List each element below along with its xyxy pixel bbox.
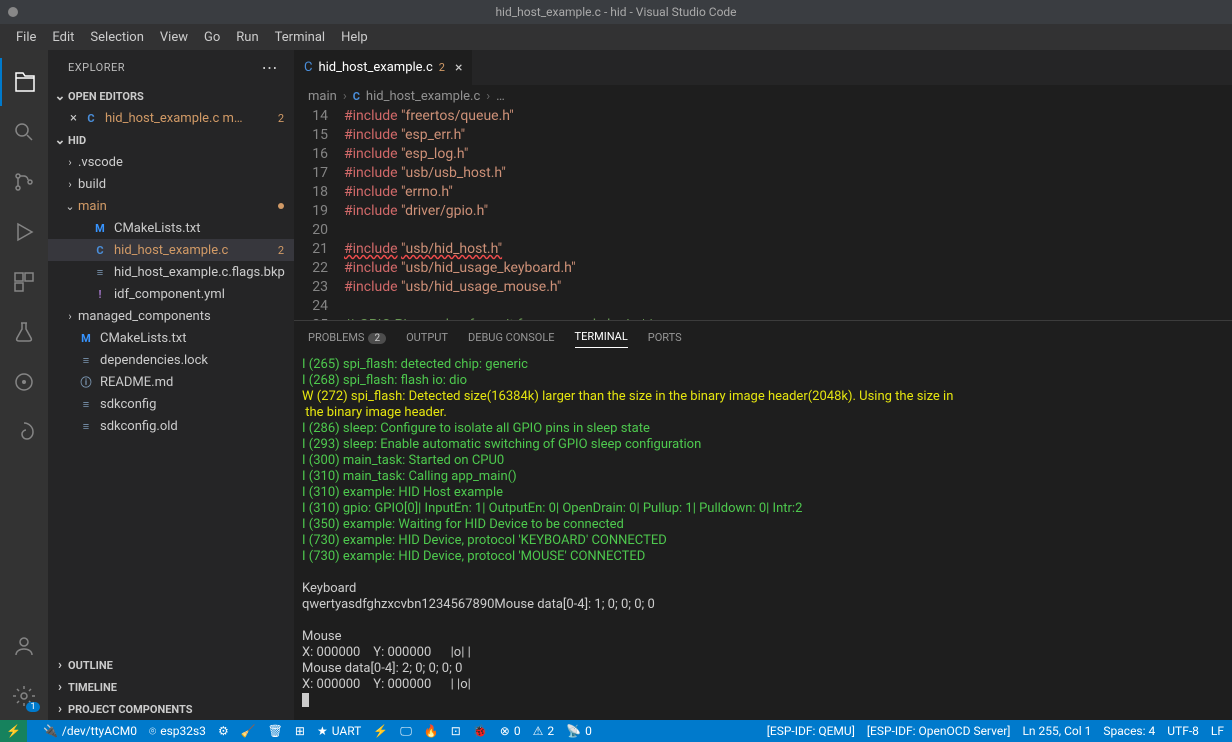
editor-area: C hid_host_example.c 2 × main› C hid_hos… — [294, 50, 1232, 720]
open-editor-file[interactable]: × C hid_host_example.c m… 2 — [48, 107, 294, 129]
openocd-status[interactable]: [ESP-IDF: OpenOCD Server] — [867, 724, 1011, 738]
monitor-icon[interactable]: 🖵 — [400, 724, 412, 739]
terminal-output[interactable]: I (265) spi_flash: detected chip: generi… — [294, 353, 1232, 720]
output-tab[interactable]: OUTPUT — [406, 327, 448, 348]
sdkconfig-icon[interactable]: ⚙ — [218, 724, 229, 738]
misc-icon[interactable]: ⊞ — [295, 724, 305, 738]
espressif-icon[interactable] — [0, 358, 48, 406]
settings-icon[interactable]: 1 — [0, 672, 48, 720]
flask-icon[interactable] — [0, 308, 48, 356]
outline-section[interactable]: ›OUTLINE — [48, 654, 294, 676]
editor-tab[interactable]: C hid_host_example.c 2 × — [294, 50, 473, 85]
flame-icon[interactable]: 🔥 — [424, 724, 439, 738]
timeline-section[interactable]: ›TIMELINE — [48, 676, 294, 698]
file-item[interactable]: Chid_host_example.c2 — [48, 239, 294, 261]
menu-edit[interactable]: Edit — [44, 26, 82, 49]
ports-tab[interactable]: PORTS — [648, 327, 682, 348]
radio-count[interactable]: 📡 0 — [566, 724, 592, 738]
file-item[interactable]: ⓘREADME.md — [48, 371, 294, 393]
folder-item[interactable]: ›.vscode — [48, 151, 294, 173]
folder-item[interactable]: ⌄main — [48, 195, 294, 217]
project-components-section[interactable]: ›PROJECT COMPONENTS — [48, 698, 294, 720]
window-title: hid_host_example.c - hid - Visual Studio… — [495, 5, 736, 19]
file-type-icon: C — [92, 242, 108, 258]
file-item[interactable]: ≡sdkconfig — [48, 393, 294, 415]
close-icon[interactable]: × — [455, 60, 462, 76]
menu-go[interactable]: Go — [196, 26, 228, 49]
file-item[interactable]: ≡sdkconfig.old — [48, 415, 294, 437]
menu-file[interactable]: File — [8, 26, 44, 49]
menu-selection[interactable]: Selection — [82, 26, 151, 49]
folder-item[interactable]: ›build — [48, 173, 294, 195]
extensions-icon[interactable] — [0, 258, 48, 306]
qemu-status[interactable]: [ESP-IDF: QEMU] — [767, 724, 855, 738]
menu-help[interactable]: Help — [333, 26, 376, 49]
bottom-panel: PROBLEMS2 OUTPUT DEBUG CONSOLE TERMINAL … — [294, 320, 1232, 720]
file-item[interactable]: MCMakeLists.txt — [48, 217, 294, 239]
box-icon[interactable]: ⊡ — [451, 724, 461, 738]
cursor-position[interactable]: Ln 255, Col 1 — [1022, 724, 1091, 738]
encoding-status[interactable]: UTF-8 — [1167, 724, 1199, 738]
menu-terminal[interactable]: Terminal — [267, 26, 333, 49]
menu-bar: File Edit Selection View Go Run Terminal… — [0, 24, 1232, 50]
c-file-icon: C — [83, 110, 99, 126]
project-section[interactable]: ⌄HID — [48, 129, 294, 151]
problems-tab[interactable]: PROBLEMS2 — [308, 327, 386, 348]
account-icon[interactable] — [0, 622, 48, 670]
uart-label[interactable]: ★ UART — [317, 724, 361, 738]
close-icon[interactable]: × — [70, 111, 77, 126]
search-icon[interactable] — [0, 108, 48, 156]
status-bar: ⚡ 🔌 /dev/ttyACM0 ⌾ esp32s3 ⚙ 🧹 🗑 ⊞ ★ UAR… — [0, 720, 1232, 742]
activity-bar: 1 — [0, 50, 48, 720]
error-count[interactable]: ⊗ 0 — [500, 724, 521, 738]
file-type-icon: ≡ — [92, 264, 108, 280]
c-file-icon: C — [353, 90, 360, 103]
menu-view[interactable]: View — [152, 26, 196, 49]
warning-count[interactable]: ⚠ 2 — [533, 724, 555, 738]
file-item[interactable]: ≡dependencies.lock — [48, 349, 294, 371]
menu-run[interactable]: Run — [228, 26, 266, 49]
window-titlebar: hid_host_example.c - hid - Visual Studio… — [0, 0, 1232, 24]
breadcrumb[interactable]: main› C hid_host_example.c› … — [294, 85, 1232, 107]
explorer-icon[interactable] — [0, 58, 48, 106]
chip-target[interactable]: ⌾ esp32s3 — [149, 724, 206, 739]
window-dot — [8, 7, 18, 17]
file-tree: ›.vscode›build⌄mainMCMakeLists.txtChid_h… — [48, 151, 294, 437]
explorer-sidebar: EXPLORER ⋯ ⌄OPEN EDITORS × C hid_host_ex… — [48, 50, 294, 720]
build-icon[interactable]: 🗑 — [268, 724, 283, 738]
editor-tabs: C hid_host_example.c 2 × — [294, 50, 1232, 85]
swirl-icon[interactable] — [0, 408, 48, 456]
explorer-more-icon[interactable]: ⋯ — [262, 58, 279, 77]
indent-status[interactable]: Spaces: 4 — [1103, 724, 1155, 738]
file-type-icon: ≡ — [78, 396, 94, 412]
source-control-icon[interactable] — [0, 158, 48, 206]
panel-tabs: PROBLEMS2 OUTPUT DEBUG CONSOLE TERMINAL … — [294, 321, 1232, 353]
file-type-icon: M — [92, 220, 108, 236]
run-debug-icon[interactable] — [0, 208, 48, 256]
file-item[interactable]: !idf_component.yml — [48, 283, 294, 305]
remote-button[interactable]: ⚡ — [0, 720, 27, 742]
file-item[interactable]: MCMakeLists.txt — [48, 327, 294, 349]
eol-status[interactable]: LF — [1211, 724, 1224, 738]
terminal-tab[interactable]: TERMINAL — [575, 326, 628, 348]
serial-port[interactable]: 🔌 /dev/ttyACM0 — [43, 724, 137, 738]
file-type-icon: ⓘ — [78, 374, 94, 390]
code-editor[interactable]: 14 15 16 17 18 19 20 21 22 23 24 25 #inc… — [294, 107, 1232, 320]
file-item[interactable]: ≡hid_host_example.c.flags.bkp — [48, 261, 294, 283]
clean-icon[interactable]: 🧹 — [241, 724, 256, 738]
file-type-icon: ≡ — [78, 418, 94, 434]
debug-icon[interactable]: 🐞 — [473, 724, 488, 738]
file-type-icon: ≡ — [78, 352, 94, 368]
folder-item[interactable]: ›managed_components — [48, 305, 294, 327]
file-type-icon: ! — [92, 286, 108, 302]
file-type-icon: M — [78, 330, 94, 346]
explorer-title: EXPLORER — [68, 61, 125, 74]
debug-console-tab[interactable]: DEBUG CONSOLE — [468, 327, 555, 348]
open-editors-section[interactable]: ⌄OPEN EDITORS — [48, 85, 294, 107]
c-file-icon: C — [304, 60, 312, 75]
flash-icon[interactable]: ⚡ — [373, 724, 388, 738]
